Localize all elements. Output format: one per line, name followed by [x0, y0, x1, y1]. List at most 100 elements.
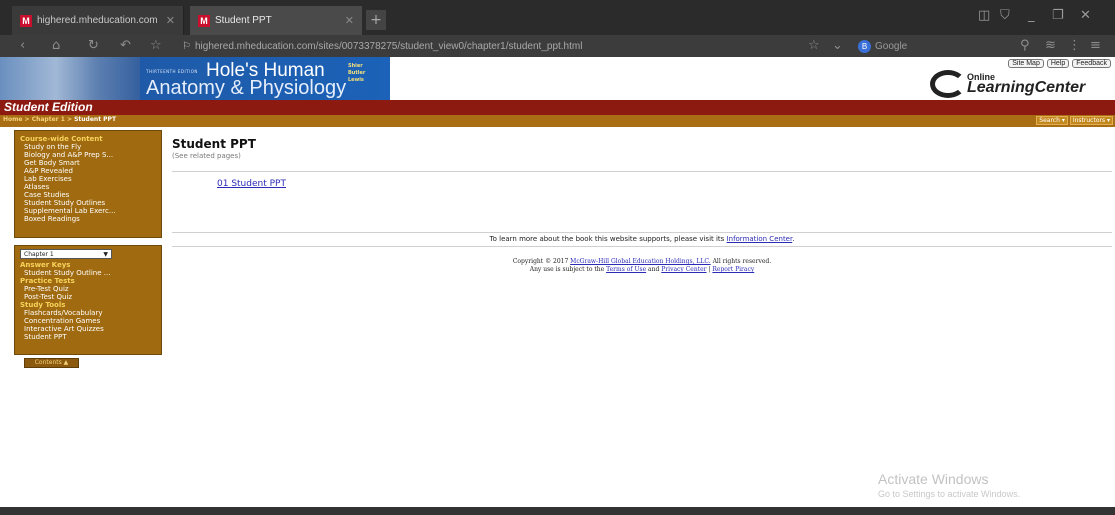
search-icon[interactable]: ⚲: [1020, 38, 1030, 53]
study-tools-heading: Study Tools: [20, 301, 66, 309]
sidebar-item-case-studies[interactable]: Case Studies: [20, 191, 156, 199]
terms-of-use-link[interactable]: Terms of Use: [606, 266, 646, 273]
contents-button[interactable]: Contents ▲: [24, 358, 79, 368]
minimize-icon[interactable]: _: [1028, 8, 1035, 23]
utility-links: Site Map Help Feedback: [1008, 59, 1111, 68]
divider: [172, 246, 1112, 247]
edition-label: THIRTEENTH EDITION: [146, 69, 198, 74]
sidebar-item-prep-series[interactable]: Biology and A&P Prep S...: [20, 151, 156, 159]
shield-icon[interactable]: ⛉: [1000, 8, 1010, 23]
sidebar-item-atlases[interactable]: Atlases: [20, 183, 156, 191]
restore-icon[interactable]: ❐: [1052, 8, 1064, 23]
favorite-star-icon[interactable]: ☆: [808, 38, 820, 53]
copyright-line: Copyright © 2017 McGraw-Hill Global Educ…: [172, 258, 1112, 266]
sidebar-item-post-test-quiz[interactable]: Post-Test Quiz: [20, 293, 156, 301]
banner-photo-strip: [0, 57, 140, 100]
reload-icon[interactable]: ↻: [88, 38, 99, 53]
breadcrumb-separator: >: [22, 116, 32, 123]
copyright-notice: Copyright © 2017 McGraw-Hill Global Educ…: [172, 258, 1112, 274]
author-name: Lewis: [348, 77, 364, 83]
terms-line: Any use is subject to the Terms of Use a…: [172, 266, 1112, 274]
help-link[interactable]: Help: [1046, 59, 1070, 68]
answer-keys-heading: Answer Keys: [20, 261, 71, 269]
history-icon[interactable]: ↶: [120, 38, 131, 53]
dropdown-chevron-icon[interactable]: ⌄: [832, 38, 843, 53]
url-field[interactable]: ⚐ highered.mheducation.com/sites/0073378…: [182, 38, 722, 54]
screen: M highered.mheducation.com ✕ M Student P…: [0, 0, 1115, 515]
search-box[interactable]: B Google: [858, 38, 998, 54]
edition-bar-title: Student Edition: [4, 100, 93, 114]
info-period: .: [792, 235, 795, 243]
tab-overview-icon[interactable]: ◫: [978, 8, 990, 23]
course-wide-heading: Course-wide Content: [20, 135, 103, 143]
browser-tab-bar: M highered.mheducation.com ✕ M Student P…: [0, 0, 1115, 35]
breadcrumb-buttons: Search ▾ Instructors ▾: [1036, 116, 1113, 125]
divider: [172, 232, 1112, 233]
sidebar-item-ap-revealed[interactable]: A&P Revealed: [20, 167, 156, 175]
related-pages-link[interactable]: (See related pages): [172, 152, 241, 160]
sidebar-item-pre-test-quiz[interactable]: Pre-Test Quiz: [20, 285, 156, 293]
olc-learning-center-label: LearningCenter: [967, 79, 1086, 96]
site-header: THIRTEENTH EDITION Hole's Human Anatomy …: [0, 57, 1115, 100]
sidebar-item-study-on-the-fly[interactable]: Study on the Fly: [20, 143, 156, 151]
site-info-icon: ⚐: [182, 40, 191, 52]
close-tab-icon[interactable]: ✕: [166, 14, 175, 27]
tab-highered[interactable]: M highered.mheducation.com ✕: [12, 6, 184, 35]
wifi-icon[interactable]: ≋: [1045, 38, 1056, 53]
more-options-icon[interactable]: ⋮: [1068, 38, 1081, 53]
sidebar-item-supplemental-lab[interactable]: Supplemental Lab Exerc...: [20, 207, 156, 215]
author-name: Shier: [348, 63, 363, 69]
breadcrumb-home[interactable]: Home: [3, 116, 22, 123]
close-tab-icon[interactable]: ✕: [345, 14, 354, 27]
sidebar-item-concentration-games[interactable]: Concentration Games: [20, 317, 156, 325]
new-tab-plus-icon[interactable]: +: [366, 10, 386, 30]
breadcrumb: Home > Chapter 1 > Student PPT: [3, 116, 116, 123]
chapter-content-panel: Chapter 1 ▼ Answer Keys Student Study Ou…: [14, 245, 162, 355]
search-menu-button[interactable]: Search ▾: [1036, 116, 1068, 125]
sidebar-item-study-outlines[interactable]: Student Study Outlines: [20, 199, 156, 207]
home-icon[interactable]: ⌂: [52, 38, 60, 53]
book-banner[interactable]: THIRTEENTH EDITION Hole's Human Anatomy …: [0, 57, 390, 100]
site-map-link[interactable]: Site Map: [1008, 59, 1044, 68]
activate-windows-subtitle: Go to Settings to activate Windows.: [878, 489, 1021, 499]
divider: [172, 171, 1112, 172]
book-authors: Shier Butler Lewis: [348, 63, 365, 84]
activate-windows-title: Activate Windows: [878, 471, 989, 487]
sidebar-item-boxed-readings[interactable]: Boxed Readings: [20, 215, 156, 223]
sidebar-item-flashcards[interactable]: Flashcards/Vocabulary: [20, 309, 156, 317]
sidebar-item-interactive-art-quizzes[interactable]: Interactive Art Quizzes: [20, 325, 156, 333]
practice-tests-heading: Practice Tests: [20, 277, 75, 285]
breadcrumb-separator: >: [64, 116, 75, 123]
feedback-link[interactable]: Feedback: [1072, 59, 1111, 68]
url-text: highered.mheducation.com/sites/007337827…: [194, 40, 583, 52]
chapter-select-value: Chapter 1: [24, 250, 54, 258]
student-ppt-link[interactable]: 01 Student PPT: [217, 179, 286, 189]
info-center-line: To learn more about the book this websit…: [172, 235, 1112, 243]
author-name: Butler: [348, 70, 366, 76]
bookmark-star-icon[interactable]: ☆: [150, 38, 162, 53]
course-wide-content-panel: Course-wide Content Study on the Fly Bio…: [14, 130, 162, 238]
privacy-center-link[interactable]: Privacy Center: [661, 266, 706, 273]
information-center-link[interactable]: Information Center: [727, 235, 793, 243]
mcgraw-hill-link[interactable]: McGraw-Hill Global Education Holdings, L…: [570, 258, 710, 265]
back-icon[interactable]: ‹: [20, 38, 25, 53]
chapter-select[interactable]: Chapter 1 ▼: [20, 249, 112, 259]
report-piracy-link[interactable]: Report Piracy: [712, 266, 754, 273]
breadcrumb-chapter[interactable]: Chapter 1: [32, 116, 65, 123]
close-window-icon[interactable]: ✕: [1080, 8, 1091, 23]
menu-icon[interactable]: ≡: [1090, 38, 1101, 53]
copyright-prefix: Copyright © 2017: [512, 258, 571, 265]
sidebar-item-get-body-smart[interactable]: Get Body Smart: [20, 159, 156, 167]
use-prefix: Any use is subject to the: [529, 266, 607, 273]
search-engine-label: Google: [875, 40, 908, 52]
tab-student-ppt[interactable]: M Student PPT ✕: [190, 6, 362, 35]
taskbar: [0, 507, 1115, 515]
instructors-menu-button[interactable]: Instructors ▾: [1069, 116, 1113, 125]
and-text: and: [646, 266, 662, 273]
copyright-suffix: All rights reserved.: [710, 258, 772, 265]
sidebar-item-study-outline-answers[interactable]: Student Study Outline ...: [20, 269, 156, 277]
sidebar-item-student-ppt[interactable]: Student PPT: [20, 333, 156, 341]
sidebar-item-lab-exercises[interactable]: Lab Exercises: [20, 175, 156, 183]
edition-bar: Student Edition: [0, 100, 1115, 115]
tab-label: Student PPT: [215, 15, 272, 26]
